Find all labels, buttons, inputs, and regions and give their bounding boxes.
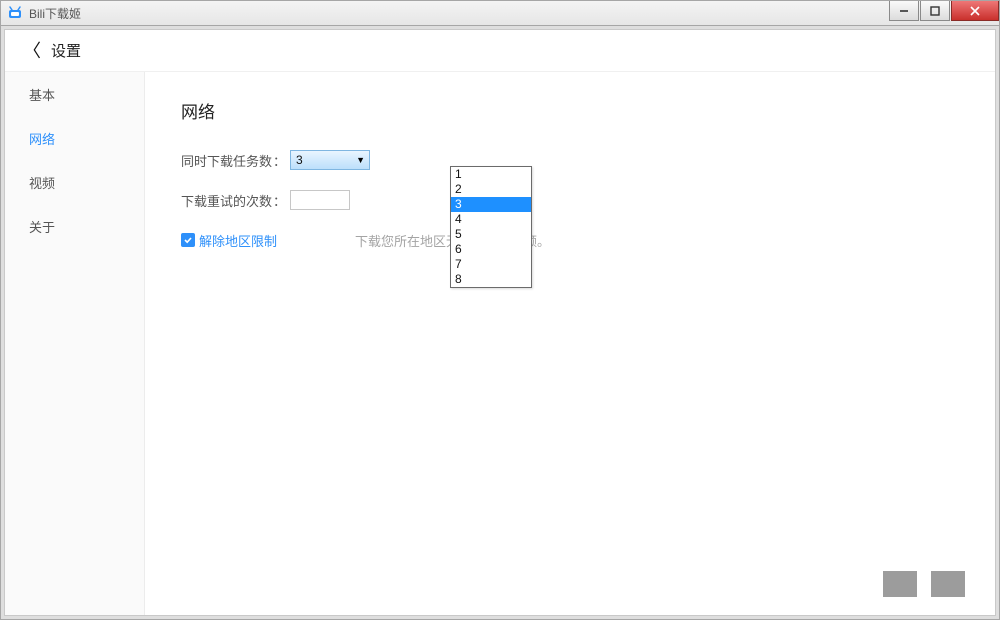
dropdown-option[interactable]: 1 [451, 167, 531, 182]
window-title: Bili下载姬 [29, 5, 81, 22]
sidebar-item-video[interactable]: 视频 [5, 160, 144, 204]
chevron-down-icon: ▼ [356, 155, 365, 165]
back-icon[interactable]: 〈 [23, 37, 41, 63]
row-region-unlock: 解除地区限制 下载您所在地区无法观看的视频。 [181, 229, 959, 251]
row-label: 下载重试的次数 [181, 191, 272, 210]
footer-button-2[interactable] [931, 571, 965, 597]
max-tasks-dropdown[interactable]: 12345678 [450, 166, 532, 288]
sidebar-item-label: 视频 [29, 173, 55, 192]
titlebar[interactable]: Bili下载姬 [0, 0, 1000, 26]
footer-buttons [883, 571, 965, 597]
body: 基本 网络 视频 关于 网络 同时下载任务数 ： 3 ▼ [5, 72, 995, 615]
sidebar-item-label: 关于 [29, 217, 55, 236]
header-title: 设置 [51, 40, 81, 61]
sidebar-item-network[interactable]: 网络 [5, 116, 144, 160]
dropdown-option[interactable]: 7 [451, 257, 531, 272]
section-title: 网络 [181, 98, 959, 123]
dropdown-option[interactable]: 3 [451, 197, 531, 212]
dropdown-option[interactable]: 4 [451, 212, 531, 227]
row-max-tasks: 同时下载任务数 ： 3 ▼ [181, 149, 959, 171]
sidebar-item-label: 网络 [29, 129, 55, 148]
row-retry: 下载重试的次数 ： [181, 189, 959, 211]
window-buttons [888, 1, 999, 21]
retry-input[interactable] [290, 190, 350, 210]
window: Bili下载姬 〈 设置 基本 网络 [0, 0, 1000, 620]
back-header[interactable]: 〈 设置 [5, 30, 995, 72]
content: 网络 同时下载任务数 ： 3 ▼ 下载重试的次数 ： [145, 72, 995, 615]
dropdown-option[interactable]: 2 [451, 182, 531, 197]
colon: ： [273, 191, 286, 210]
dropdown-option[interactable]: 8 [451, 272, 531, 287]
footer-button-1[interactable] [883, 571, 917, 597]
sidebar: 基本 网络 视频 关于 [5, 72, 145, 615]
checkbox-label: 解除地区限制 [199, 231, 277, 250]
max-tasks-combo[interactable]: 3 ▼ [290, 150, 370, 170]
combo-value: 3 [296, 153, 303, 167]
sidebar-item-about[interactable]: 关于 [5, 204, 144, 248]
colon: ： [273, 151, 286, 170]
dropdown-option[interactable]: 5 [451, 227, 531, 242]
client-frame: 〈 设置 基本 网络 视频 关于 网络 同时下载任务数 ： [0, 26, 1000, 620]
check-icon [183, 235, 193, 245]
close-button[interactable] [951, 1, 999, 21]
client: 〈 设置 基本 网络 视频 关于 网络 同时下载任务数 ： [4, 29, 996, 616]
sidebar-item-basic[interactable]: 基本 [5, 72, 144, 116]
app-icon [7, 5, 23, 21]
maximize-button[interactable] [920, 1, 950, 21]
dropdown-option[interactable]: 6 [451, 242, 531, 257]
minimize-button[interactable] [889, 1, 919, 21]
sidebar-item-label: 基本 [29, 85, 55, 104]
region-unlock-checkbox[interactable] [181, 233, 195, 247]
row-label: 同时下载任务数 [181, 151, 272, 170]
